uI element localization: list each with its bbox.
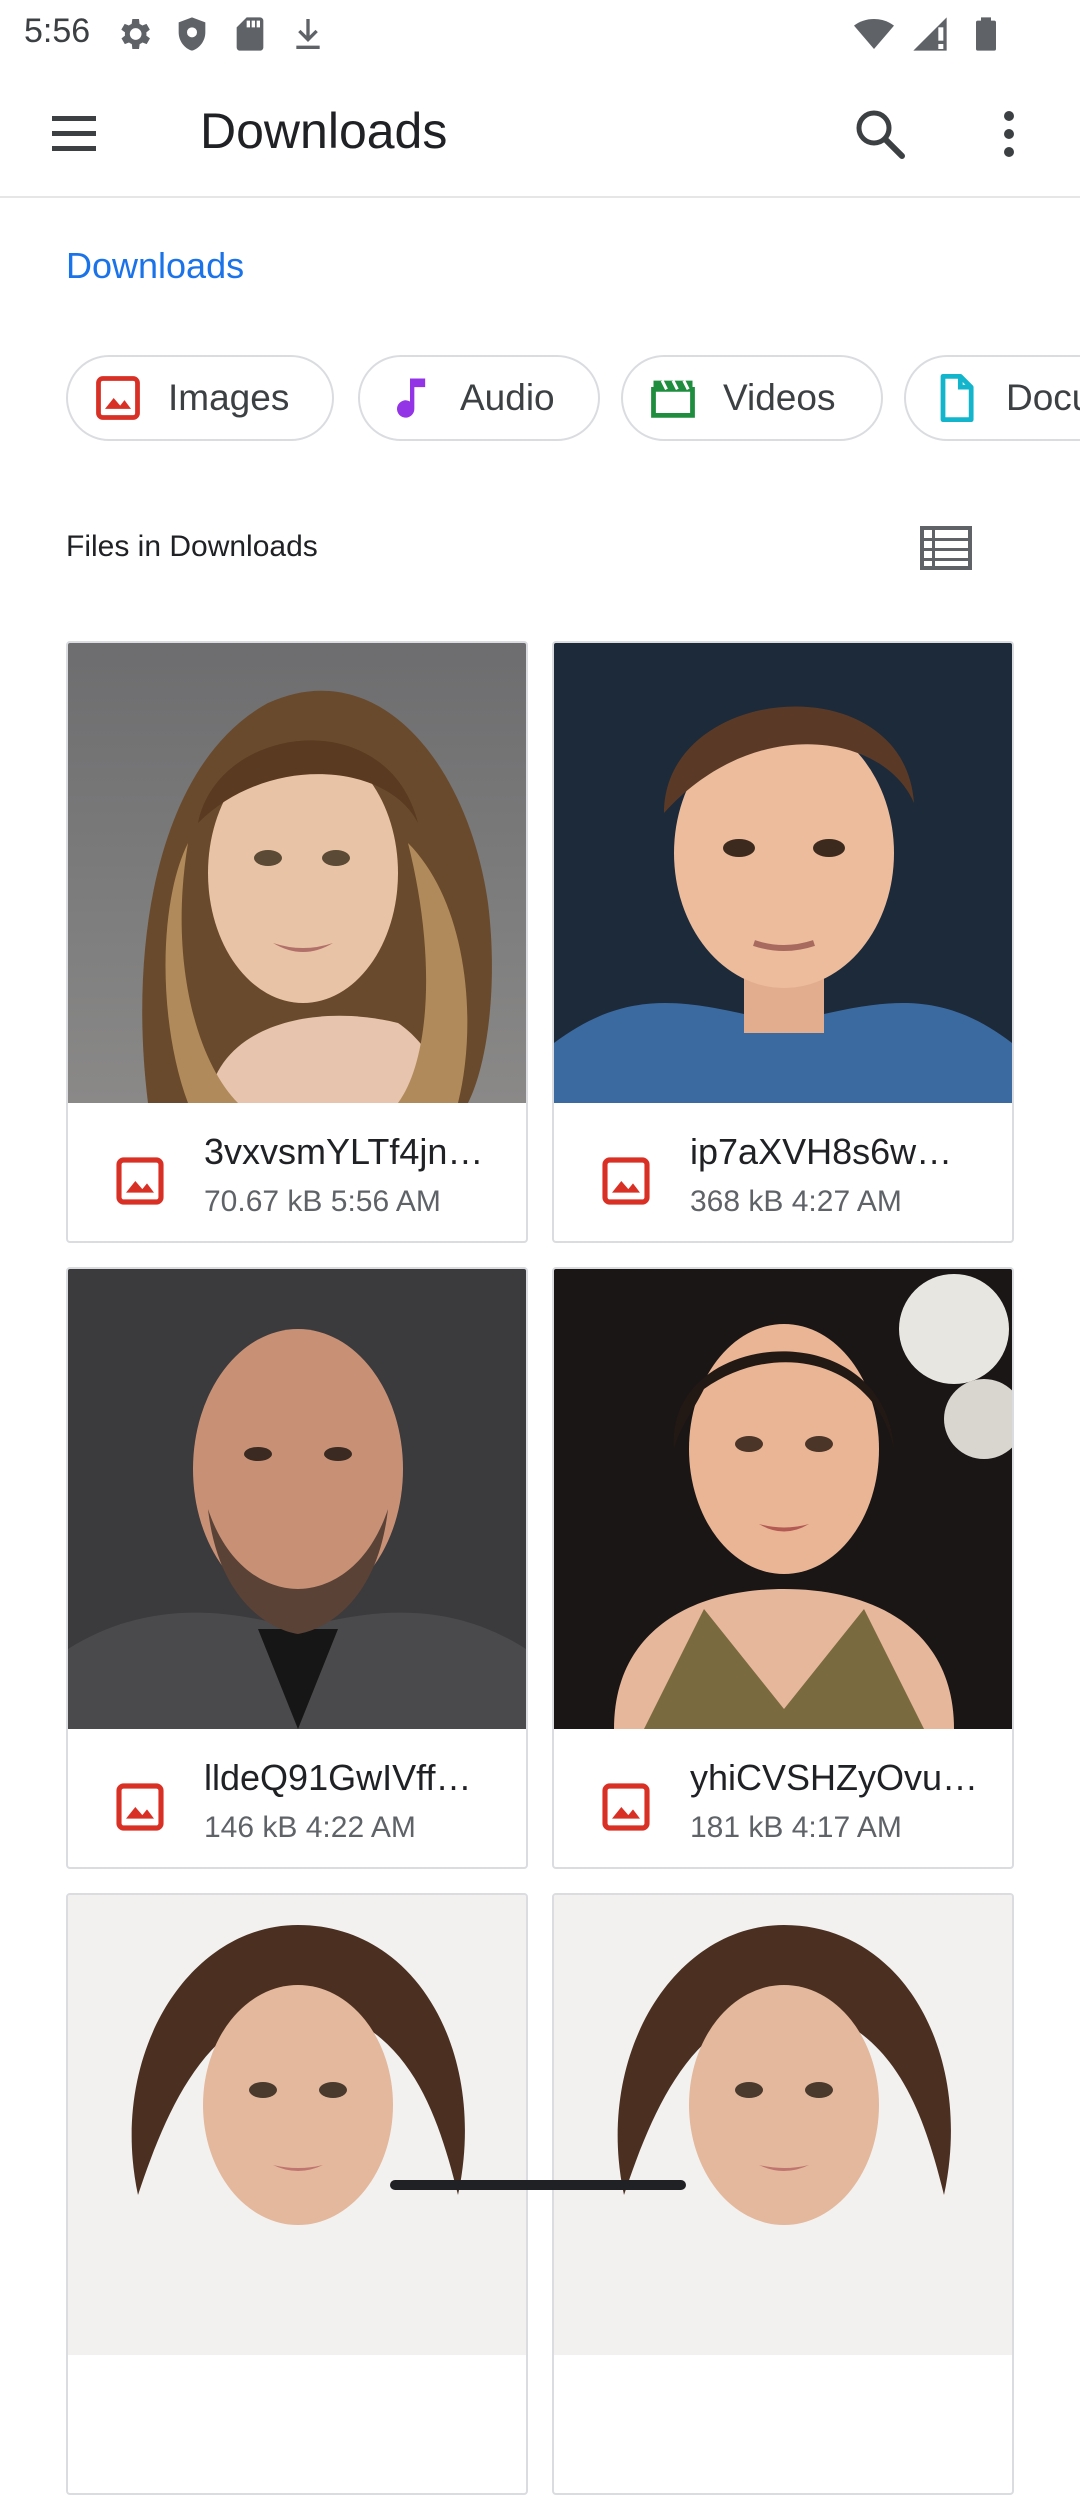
file-size: 181 kB [690,1811,784,1844]
file-time: 4:17 AM [791,1811,902,1844]
file-name: ip7aXVH8s6w… [690,1131,953,1172]
status-time: 5:56 [24,12,91,50]
filter-chips: Images Audio Videos Documents [66,355,1080,443]
image-thumbnail [68,1269,526,1729]
file-card-footer: ip7aXVH8s6w… 368 kB 4:27 AM [554,1103,1012,1241]
image-file-icon [116,1157,164,1205]
file-card-footer: lldeQ91GwIVff… 146 kB 4:22 AM [68,1729,526,1867]
wifi-icon [854,19,894,49]
image-thumbnail [68,1895,526,2355]
chip-label: Audio [460,377,555,418]
image-thumbnail [554,1269,1012,1729]
section-title: Files in Downloads [66,530,318,563]
chip-videos[interactable]: Videos [621,355,883,441]
file-size: 70.67 kB [204,1185,323,1218]
more-vert-icon[interactable] [984,104,1034,164]
chip-images[interactable]: Images [66,355,334,441]
file-name: lldeQ91GwIVff… [204,1757,472,1798]
image-file-icon [116,1783,164,1831]
image-thumbnail [554,643,1012,1103]
file-size: 368 kB [690,1185,784,1218]
battery-icon [976,17,996,51]
file-meta: 181 kB 4:17 AM [690,1811,902,1845]
status-icons-right [854,14,1006,54]
file-card[interactable]: yhiCVSHZyOvu… 181 kB 4:17 AM [552,1267,1014,1869]
chip-documents[interactable]: Documents [904,355,1080,441]
file-card[interactable]: ip7aXVH8s6w… 368 kB 4:27 AM [552,641,1014,1243]
file-name: yhiCVSHZyOvu… [690,1757,979,1798]
signal-icon [913,17,947,51]
image-icon [96,376,140,420]
image-file-icon [602,1783,650,1831]
file-meta: 70.67 kB 5:56 AM [204,1185,441,1219]
chip-label: Documents [1006,377,1080,418]
clapperboard-icon [651,379,695,418]
file-card[interactable]: 3vxvsmYLTf4jn… 70.67 kB 5:56 AM [66,641,528,1243]
file-meta: 368 kB 4:27 AM [690,1185,902,1219]
file-card-footer: yhiCVSHZyOvu… 181 kB 4:17 AM [554,1729,1012,1867]
file-size: 146 kB [204,1811,298,1844]
image-file-icon [602,1157,650,1205]
file-card[interactable] [552,1893,1014,2495]
chip-label: Videos [723,377,836,418]
chip-audio[interactable]: Audio [358,355,600,441]
sd-card-icon [236,17,264,51]
file-time: 4:27 AM [791,1185,902,1218]
gesture-nav-handle[interactable] [390,2180,686,2190]
page-title: Downloads [200,103,448,159]
search-icon[interactable] [850,104,910,164]
file-name: 3vxvsmYLTf4jn… [204,1131,484,1172]
music-note-icon [397,378,426,418]
shield-icon [178,17,206,51]
list-view-icon[interactable] [918,522,974,574]
document-icon [940,373,974,423]
file-time: 4:22 AM [305,1811,416,1844]
download-icon [296,19,320,49]
file-card-footer: 3vxvsmYLTf4jn… 70.67 kB 5:56 AM [68,1103,526,1241]
file-card[interactable] [66,1893,528,2495]
file-meta: 146 kB 4:22 AM [204,1811,416,1845]
chip-label: Images [168,377,290,418]
gear-icon [121,19,150,49]
app-bar: Downloads [0,66,1080,198]
image-thumbnail [68,643,526,1103]
file-time: 5:56 AM [330,1185,441,1218]
status-bar: 5:56 [0,0,1080,66]
breadcrumb[interactable]: Downloads [66,245,244,287]
image-thumbnail [554,1895,1012,2355]
status-icons-left [114,14,328,54]
file-card[interactable]: lldeQ91GwIVff… 146 kB 4:22 AM [66,1267,528,1869]
hamburger-menu-icon[interactable] [42,106,112,162]
